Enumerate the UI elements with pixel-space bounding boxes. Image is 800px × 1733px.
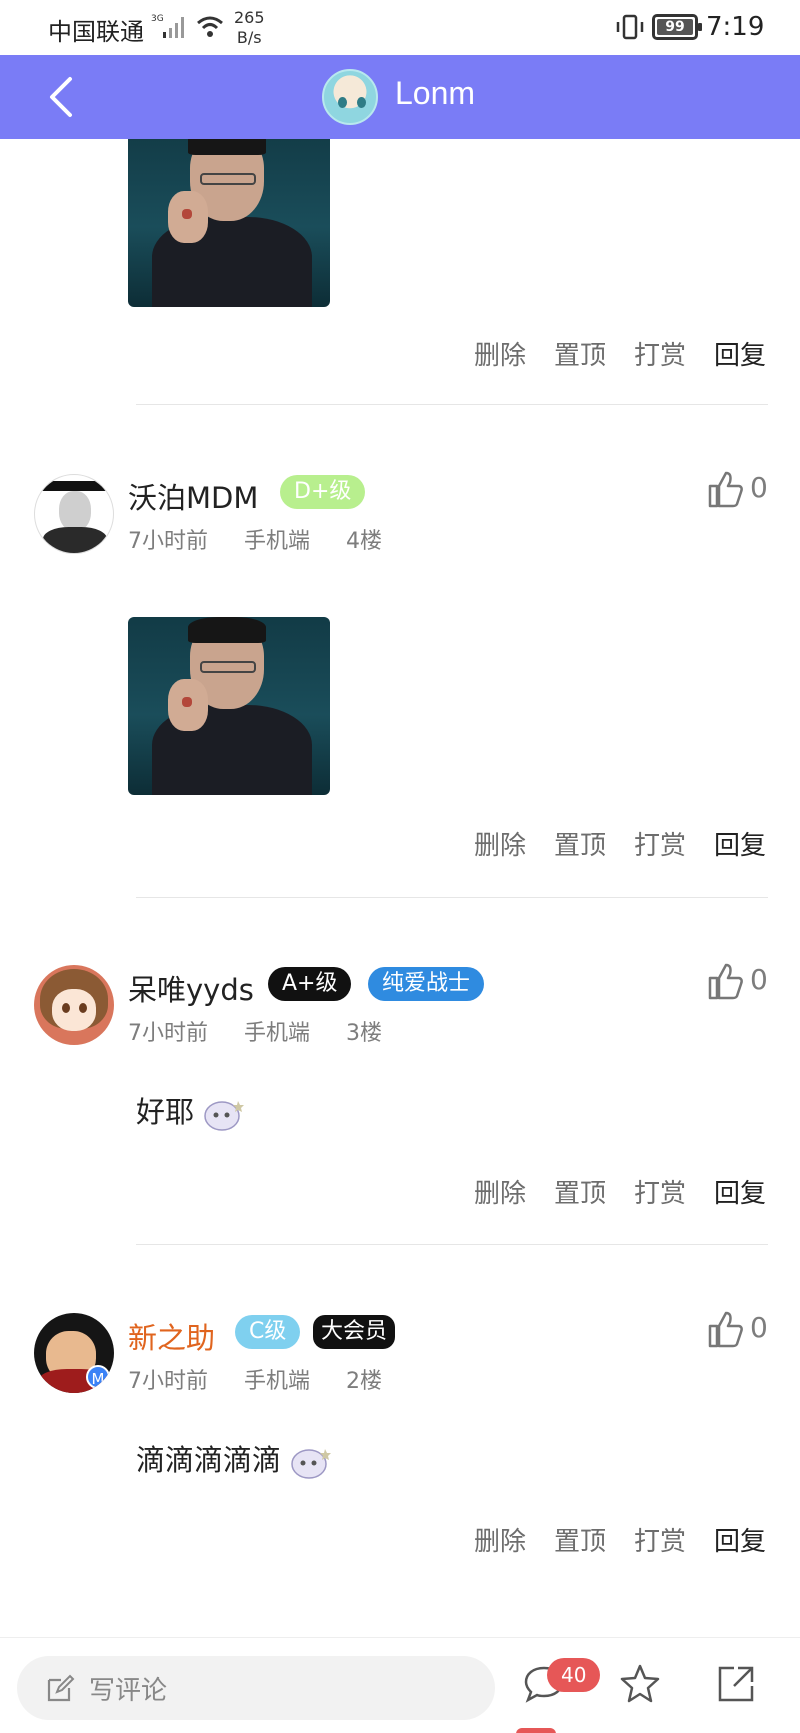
status-bar: 中国联通 3G 265 B/s 99 7:19 [0,0,800,55]
divider [136,897,768,898]
comment-body: 好耶 [136,1095,195,1129]
like-button[interactable]: 0 [706,469,786,509]
clock: 7:19 [706,12,765,42]
battery-icon: 99 [652,14,702,40]
like-count: 0 [750,471,768,504]
thumbs-up-icon [708,963,743,1000]
pin-button[interactable]: 置顶 [554,825,606,862]
pin-button[interactable]: 置顶 [554,1173,606,1210]
app-header: Lonm [0,55,800,139]
reply-button[interactable]: 回复 [714,1173,766,1210]
tip-button[interactable]: 打赏 [634,1173,686,1210]
avatar[interactable]: M [34,1313,114,1393]
tip-button[interactable]: 打赏 [634,1521,686,1558]
floor-number: 2楼 [346,1369,383,1394]
vibrate-icon [616,14,644,40]
pencil-icon [47,1674,75,1702]
comment-meta: 7小时前 手机端 4楼 [128,523,418,555]
svg-text:3G: 3G [151,14,164,24]
thumbs-up-icon [708,471,743,508]
wifi-icon [197,16,223,37]
username[interactable]: 呆唯yyds [128,967,254,1009]
tip-button[interactable]: 打赏 [634,335,686,372]
comment-actions: 删除 置顶 打赏 回复 [446,335,766,372]
comment-body: 滴滴滴滴滴 [136,1443,282,1477]
avatar[interactable] [34,474,114,554]
battery-level: 99 [657,19,693,35]
pin-button[interactable]: 置顶 [554,1521,606,1558]
comment-device: 手机端 [244,1021,311,1046]
divider [136,1244,768,1245]
chevron-left-icon[interactable] [40,73,88,121]
comment-actions: 删除 置顶 打赏 回复 [446,1521,766,1558]
like-button[interactable]: 0 [706,961,786,1001]
comment-placeholder: 写评论 [89,1676,168,1706]
carrier-name: 中国联通 [48,18,144,46]
star-icon[interactable] [618,1662,662,1706]
level-badge: A+级 [268,967,352,1001]
comment-image[interactable] [128,617,330,795]
comment-time: 7小时前 [128,1369,208,1394]
comment-image[interactable] [128,139,330,307]
speed-value: 265 [234,8,265,27]
divider [136,404,768,405]
sticker-emoji-icon [291,1449,332,1479]
signal-icon: 3G [151,14,184,38]
vip-badge: 大会员 [313,1315,396,1349]
comment-feed[interactable]: 删除 置顶 打赏 回复 沃泊MDM D+级 7小时前 手机端 4楼 0 删除 置顶 打赏 回复 [0,139,800,1637]
pin-button[interactable]: 置顶 [554,335,606,372]
speed-unit: B/s [236,28,262,47]
indicator-peek [516,1728,556,1733]
like-button[interactable]: 0 [706,1309,786,1349]
tip-button[interactable]: 打赏 [634,825,686,862]
reply-button[interactable]: 回复 [714,1521,766,1558]
reply-button[interactable]: 回复 [714,335,766,372]
page-title: Lonm [395,75,476,111]
comment-time: 7小时前 [128,1021,208,1046]
share-icon[interactable] [714,1662,758,1706]
username[interactable]: 新之助 [128,1315,215,1357]
title-badge: 纯爱战士 [368,967,485,1001]
username[interactable]: 沃泊MDM [128,475,258,517]
floor-number: 3楼 [346,1021,383,1046]
network-speed: 265 B/s [234,8,265,48]
floor-number: 4楼 [346,529,383,554]
sticker-emoji-icon [204,1101,245,1131]
level-badge: C级 [235,1315,301,1349]
comment-time: 7小时前 [128,529,208,554]
comment-meta: 7小时前 手机端 2楼 [128,1363,418,1395]
level-badge: D+级 [280,475,366,509]
like-count: 0 [750,1311,768,1344]
delete-button[interactable]: 删除 [474,1173,526,1210]
comment-actions: 删除 置顶 打赏 回复 [446,825,766,862]
comment-device: 手机端 [244,529,311,554]
comment-input[interactable]: 写评论 [17,1656,495,1720]
delete-button[interactable]: 删除 [474,335,526,372]
comment-text: 好耶 [136,1089,250,1133]
reply-button[interactable]: 回复 [714,825,766,862]
comment-text: 滴滴滴滴滴 [136,1437,337,1481]
avatar[interactable] [34,965,114,1045]
comment-device: 手机端 [244,1369,311,1394]
like-count: 0 [750,963,768,996]
comment-actions: 删除 置顶 打赏 回复 [446,1173,766,1210]
comment-meta: 7小时前 手机端 3楼 [128,1015,418,1047]
delete-button[interactable]: 删除 [474,825,526,862]
thumbs-up-icon [708,1311,743,1348]
bottom-bar: 写评论 40 [0,1637,800,1733]
header-avatar[interactable] [322,69,378,125]
delete-button[interactable]: 删除 [474,1521,526,1558]
comment-count-badge: 40 [547,1658,601,1692]
